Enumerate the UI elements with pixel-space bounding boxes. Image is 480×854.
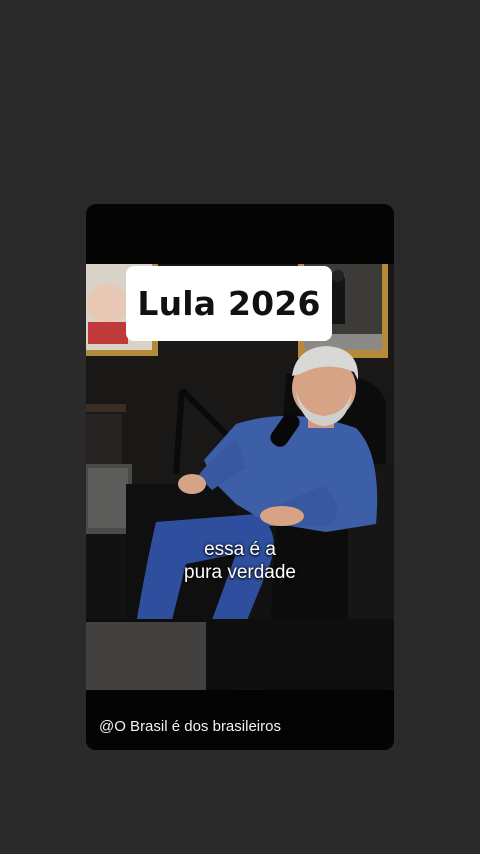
story-screen: Lula 2026 essa é a pura verdade @O Brasi… bbox=[0, 0, 480, 854]
channel-watermark: @O Brasil é dos brasileiros bbox=[99, 718, 281, 735]
video-story-card[interactable]: Lula 2026 essa é a pura verdade bbox=[86, 204, 394, 750]
video-caption-line-2: pura verdade bbox=[184, 562, 296, 583]
title-badge: Lula 2026 bbox=[126, 266, 332, 341]
video-caption: essa é a pura verdade bbox=[86, 538, 394, 584]
watermark-text: @O Brasil é dos brasileiros bbox=[99, 718, 281, 735]
video-caption-line-1: essa é a bbox=[204, 539, 276, 560]
title-badge-text: Lula 2026 bbox=[137, 284, 321, 323]
